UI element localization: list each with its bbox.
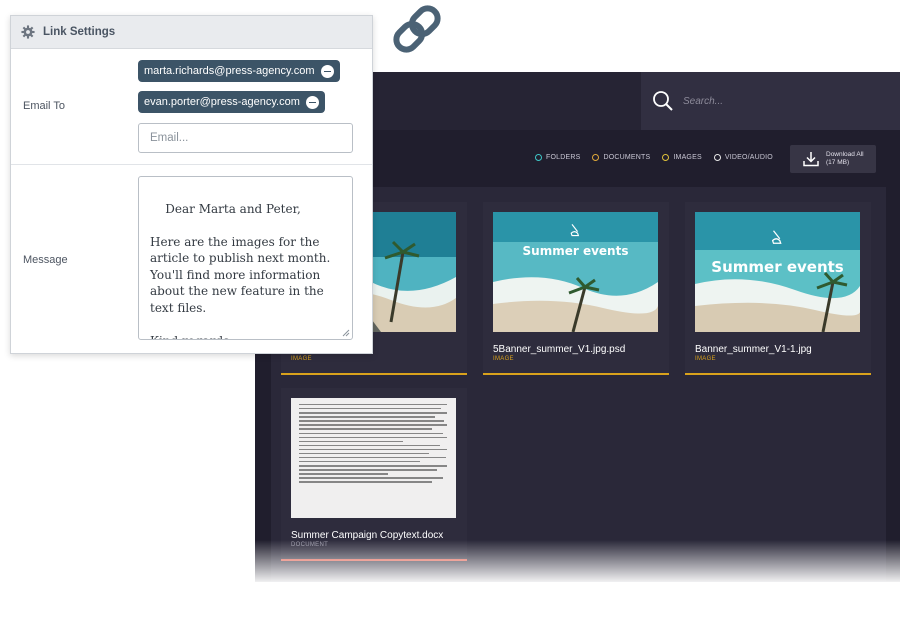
file-type: IMAGE bbox=[493, 356, 514, 362]
search-icon bbox=[653, 91, 673, 111]
filter-ring-icon bbox=[535, 154, 542, 161]
brush-icon bbox=[570, 224, 580, 237]
panel-title: Link Settings bbox=[43, 26, 116, 38]
file-card[interactable]: Summer events 5Banner_summer_V1.jpg.psd … bbox=[483, 202, 669, 375]
card-underline bbox=[483, 373, 669, 375]
filter-documents[interactable]: DOCUMENTS bbox=[592, 154, 650, 161]
download-label: Download All bbox=[826, 151, 864, 158]
remove-recipient-icon[interactable] bbox=[305, 95, 319, 109]
document-thumbnail bbox=[291, 398, 456, 518]
card-underline bbox=[685, 373, 871, 375]
search-placeholder: Search... bbox=[683, 95, 724, 107]
message-label: Message bbox=[23, 254, 68, 266]
download-size: (17 MB) bbox=[826, 159, 850, 166]
thumbnail-overlay-text: Summer events bbox=[711, 258, 844, 276]
recipient-chip[interactable]: marta.richards@press-agency.com bbox=[138, 60, 340, 82]
email-placeholder: Email... bbox=[150, 132, 189, 144]
filter-images[interactable]: IMAGES bbox=[662, 154, 702, 161]
filter-label: FOLDERS bbox=[546, 154, 581, 161]
file-card[interactable]: Summer Campaign Copytext.docx DOCUMENT bbox=[281, 388, 467, 561]
gear-icon bbox=[21, 25, 35, 39]
recipient-email: marta.richards@press-agency.com bbox=[144, 65, 315, 77]
file-thumbnail: Summer events bbox=[493, 212, 658, 332]
file-name: Banner_summer_V1-1.jpg bbox=[695, 344, 812, 355]
recipient-chip[interactable]: evan.porter@press-agency.com bbox=[138, 91, 325, 113]
remove-recipient-icon[interactable] bbox=[320, 64, 334, 78]
filter-label: VIDEO/AUDIO bbox=[724, 154, 773, 161]
filter-label: IMAGES bbox=[673, 154, 702, 161]
link-settings-panel: Link Settings Email To marta.richards@pr… bbox=[10, 15, 373, 354]
email-to-label: Email To bbox=[23, 100, 65, 112]
link-icon bbox=[393, 5, 441, 53]
filter-ring-icon bbox=[713, 154, 721, 161]
filter-ring-icon bbox=[592, 154, 600, 161]
file-name: 5Banner_summer_V1.jpg.psd bbox=[493, 344, 626, 355]
download-all-button[interactable]: Download All (17 MB) bbox=[790, 145, 876, 173]
thumbnail-overlay-text: Summer events bbox=[522, 244, 629, 258]
filter-label: DOCUMENTS bbox=[603, 154, 651, 161]
download-icon bbox=[803, 152, 819, 167]
brush-icon bbox=[771, 230, 782, 244]
file-type: IMAGE bbox=[695, 356, 716, 362]
filter-folders[interactable]: FOLDERS bbox=[535, 154, 580, 161]
file-card[interactable]: Summer events Banner_summer_V1-1.jpg IMA… bbox=[685, 202, 871, 375]
card-underline bbox=[281, 373, 467, 375]
document-text-lines bbox=[299, 404, 447, 486]
recipient-email: evan.porter@press-agency.com bbox=[144, 96, 300, 108]
filter-bar: FOLDERS DOCUMENTS IMAGES VIDEO/AUDIO bbox=[535, 154, 773, 161]
search-box[interactable]: Search... bbox=[641, 72, 900, 130]
filter-video-audio[interactable]: VIDEO/AUDIO bbox=[713, 154, 773, 161]
file-type: IMAGE bbox=[291, 356, 312, 362]
panel-header: Link Settings bbox=[11, 16, 372, 49]
email-field[interactable]: Email... bbox=[138, 123, 353, 153]
resize-handle-icon[interactable] bbox=[342, 329, 350, 337]
divider bbox=[11, 164, 372, 165]
file-thumbnail: Summer events bbox=[695, 212, 860, 332]
filter-ring-icon bbox=[662, 154, 670, 161]
message-textarea[interactable]: Dear Marta and Peter, Here are the image… bbox=[138, 176, 353, 340]
bottom-fade bbox=[255, 540, 900, 585]
message-text: Dear Marta and Peter, Here are the image… bbox=[150, 201, 331, 340]
